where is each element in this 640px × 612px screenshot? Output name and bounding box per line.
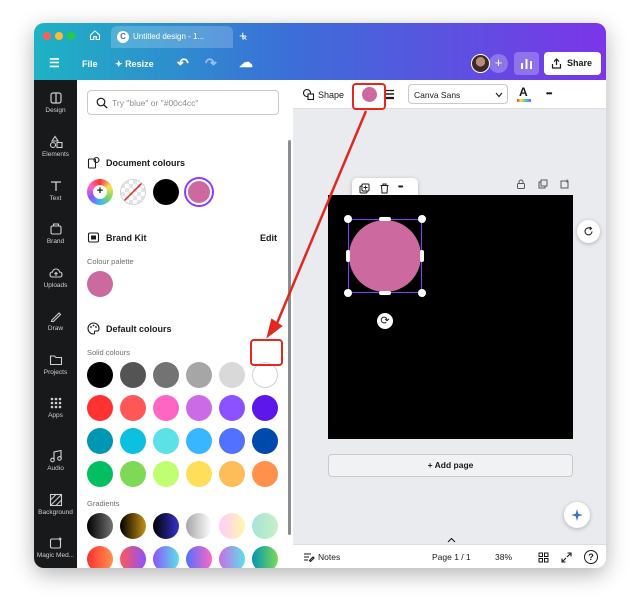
annotation-arrow [266,110,368,339]
